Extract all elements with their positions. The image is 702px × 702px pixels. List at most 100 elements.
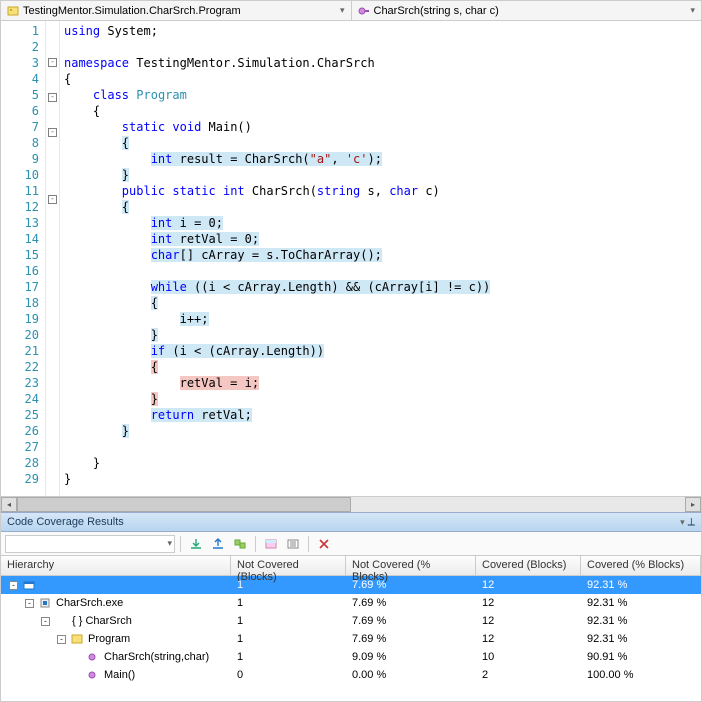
code-line[interactable] — [60, 439, 701, 455]
line-number: 24 — [1, 391, 39, 407]
expand-toggle[interactable]: - — [9, 581, 18, 590]
coverage-row[interactable]: -17.69 %1292.31 % — [1, 576, 701, 594]
fold-cell — [46, 323, 59, 339]
scroll-left-button[interactable]: ◂ — [1, 497, 17, 512]
fold-cell[interactable]: - — [46, 93, 59, 109]
code-line[interactable]: retVal = i; — [60, 375, 701, 391]
line-number: 10 — [1, 167, 39, 183]
coverage-row[interactable]: -{ } CharSrch17.69 %1292.31 % — [1, 612, 701, 630]
code-line[interactable]: { — [60, 199, 701, 215]
code-line[interactable]: } — [60, 455, 701, 471]
code-line[interactable]: } — [60, 423, 701, 439]
code-line[interactable]: int result = CharSrch("a", 'c'); — [60, 151, 701, 167]
code-line[interactable]: return retVal; — [60, 407, 701, 423]
code-line[interactable]: { — [60, 135, 701, 151]
code-line[interactable]: static void Main() — [60, 119, 701, 135]
code-line[interactable]: int i = 0; — [60, 215, 701, 231]
code-line[interactable]: { — [60, 71, 701, 87]
cell-b: 9.09 % — [346, 651, 476, 663]
outline-fold-column[interactable]: - - - - — [46, 21, 60, 496]
expand-toggle[interactable]: - — [25, 599, 34, 608]
cell-b: 7.69 % — [346, 579, 476, 591]
code-content[interactable]: using System; namespace TestingMentor.Sim… — [60, 21, 701, 496]
code-line[interactable]: { — [60, 295, 701, 311]
show-coloring-button[interactable] — [261, 534, 281, 554]
coverage-row[interactable]: Main()00.00 %2100.00 % — [1, 666, 701, 684]
cell-c: 12 — [476, 633, 581, 645]
code-line[interactable]: } — [60, 391, 701, 407]
results-dropdown[interactable]: ▾ — [5, 535, 175, 553]
show-list-button[interactable] — [283, 534, 303, 554]
cell-d: 90.91 % — [581, 651, 701, 663]
code-line[interactable]: } — [60, 471, 701, 487]
method-icon — [87, 651, 99, 663]
collapse-icon[interactable]: - — [48, 128, 57, 137]
col-not-covered-blocks[interactable]: Not Covered (Blocks) — [231, 556, 346, 575]
code-line[interactable]: class Program — [60, 87, 701, 103]
ns-icon — [55, 615, 67, 627]
code-line[interactable]: if (i < (cArray.Length)) — [60, 343, 701, 359]
collapse-icon[interactable]: - — [48, 93, 57, 102]
code-line[interactable]: { — [60, 103, 701, 119]
row-label: CharSrch(string,char) — [104, 651, 209, 663]
merge-results-button[interactable] — [230, 534, 250, 554]
code-line[interactable]: } — [60, 327, 701, 343]
code-line[interactable]: i++; — [60, 311, 701, 327]
line-number: 15 — [1, 247, 39, 263]
col-hierarchy[interactable]: Hierarchy — [1, 556, 231, 575]
fold-cell[interactable]: - — [46, 195, 59, 211]
col-not-covered-pct[interactable]: Not Covered (% Blocks) — [346, 556, 476, 575]
code-line[interactable]: char[] cArray = s.ToCharArray(); — [60, 247, 701, 263]
fold-cell — [46, 176, 59, 192]
member-dropdown[interactable]: CharSrch(string s, char c) ▾ — [352, 1, 702, 20]
scroll-right-button[interactable]: ▸ — [685, 497, 701, 512]
fold-cell — [46, 371, 59, 387]
code-line[interactable] — [60, 263, 701, 279]
code-line[interactable] — [60, 39, 701, 55]
code-line[interactable]: } — [60, 167, 701, 183]
coverage-row[interactable]: -CharSrch.exe17.69 %1292.31 % — [1, 594, 701, 612]
line-number: 5 — [1, 87, 39, 103]
line-number: 7 — [1, 119, 39, 135]
horizontal-scrollbar[interactable]: ◂ ▸ — [1, 496, 701, 512]
col-covered-pct[interactable]: Covered (% Blocks) — [581, 556, 701, 575]
fold-cell[interactable]: - — [46, 128, 59, 144]
line-number: 29 — [1, 471, 39, 487]
scroll-thumb[interactable] — [17, 497, 351, 512]
panel-menu-icon[interactable]: ▾ — [680, 517, 685, 527]
code-line[interactable]: while ((i < cArray.Length) && (cArray[i]… — [60, 279, 701, 295]
collapse-icon[interactable]: - — [48, 58, 57, 67]
import-results-button[interactable] — [186, 534, 206, 554]
remove-button[interactable] — [314, 534, 334, 554]
expand-toggle[interactable]: - — [41, 617, 50, 626]
line-number: 28 — [1, 455, 39, 471]
export-results-button[interactable] — [208, 534, 228, 554]
coverage-row[interactable]: CharSrch(string,char)19.09 %1090.91 % — [1, 648, 701, 666]
line-number: 12 — [1, 199, 39, 215]
fold-cell — [46, 355, 59, 371]
code-line[interactable]: using System; — [60, 23, 701, 39]
cell-d: 100.00 % — [581, 669, 701, 681]
code-line[interactable]: int retVal = 0; — [60, 231, 701, 247]
class-dropdown[interactable]: TestingMentor.Simulation.CharSrch.Progra… — [1, 1, 352, 20]
collapse-icon[interactable]: - — [48, 195, 57, 204]
coverage-panel-header[interactable]: Code Coverage Results ▾ ⟂ — [1, 512, 701, 532]
class-dropdown-label: TestingMentor.Simulation.CharSrch.Progra… — [23, 5, 241, 17]
line-number: 1 — [1, 23, 39, 39]
expand-toggle[interactable]: - — [57, 635, 66, 644]
scroll-track[interactable] — [17, 497, 685, 512]
class-icon — [7, 5, 19, 17]
fold-cell — [46, 109, 59, 125]
hierarchy-cell: -{ } CharSrch — [1, 615, 231, 627]
cell-b: 7.69 % — [346, 615, 476, 627]
code-line[interactable]: public static int CharSrch(string s, cha… — [60, 183, 701, 199]
col-covered-blocks[interactable]: Covered (Blocks) — [476, 556, 581, 575]
code-line[interactable]: { — [60, 359, 701, 375]
exe-icon — [39, 597, 51, 609]
pin-icon[interactable]: ⟂ — [688, 516, 695, 528]
code-line[interactable]: namespace TestingMentor.Simulation.CharS… — [60, 55, 701, 71]
code-editor[interactable]: 1234567891011121314151617181920212223242… — [1, 21, 701, 496]
coverage-row[interactable]: -Program17.69 %1292.31 % — [1, 630, 701, 648]
cell-d: 92.31 % — [581, 615, 701, 627]
fold-cell[interactable]: - — [46, 58, 59, 74]
